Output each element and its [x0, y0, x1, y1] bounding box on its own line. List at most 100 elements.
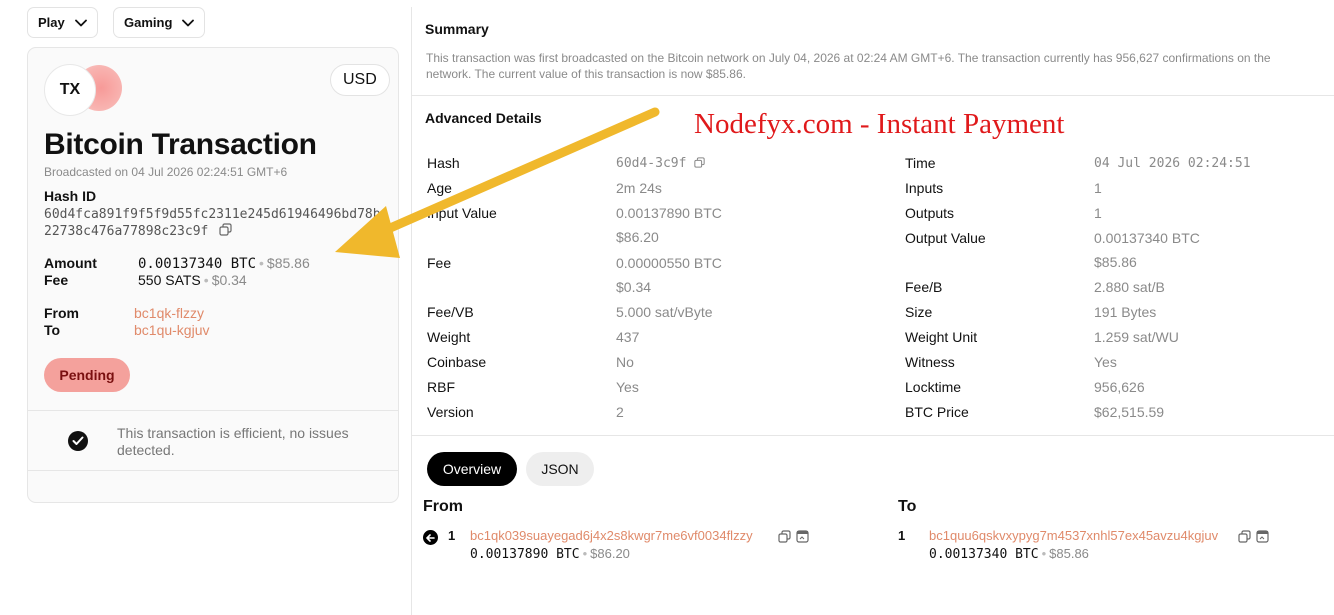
summary-text: This transaction was first broadcasted o…: [426, 50, 1334, 82]
detail-subvalue-fee-usd: $0.34: [616, 279, 652, 295]
detail-key-outputs: Outputs: [905, 205, 955, 221]
output-index: 1: [898, 528, 906, 543]
copy-icon[interactable]: [219, 223, 232, 236]
detail-value-output-value: 0.00137340 BTC: [1094, 230, 1200, 246]
card-divider: [28, 470, 398, 471]
status-badge: Pending: [44, 358, 130, 392]
detail-key-locktime: Locktime: [905, 379, 962, 395]
hash-id-text: 60d4fca891f9f5f9d55fc2311e245d61946496bd…: [44, 207, 381, 239]
detail-key-weight: Weight: [427, 329, 471, 345]
input-address-link[interactable]: bc1qk039suayegad6j4x2s8kwgr7me6vf0034flz…: [470, 528, 753, 543]
detail-value-fee: 0.00000550 BTC: [616, 255, 722, 271]
amount-usd: $85.86: [266, 255, 310, 271]
detail-key-hash: Hash: [427, 155, 460, 171]
panel-separator: [411, 7, 412, 615]
detail-value-fee-b: 2.880 sat/B: [1094, 279, 1165, 295]
check-circle-icon: [68, 431, 88, 451]
chevron-down-icon: [74, 19, 87, 26]
outputs-heading: To: [898, 498, 917, 515]
detail-key-fee-vb: Fee/VB: [427, 304, 474, 320]
detail-key-inputs: Inputs: [905, 180, 944, 196]
transaction-card: TX USD Bitcoin Transaction Broadcasted o…: [27, 47, 399, 503]
explorer-link-icon[interactable]: [796, 530, 809, 543]
play-dropdown-label: Play: [38, 15, 65, 30]
card-divider: [28, 410, 398, 411]
detail-key-weight-unit: Weight Unit: [905, 329, 978, 345]
detail-value-size: 191 Bytes: [1094, 304, 1157, 320]
gaming-dropdown-label: Gaming: [124, 15, 173, 30]
efficiency-message: This transaction is efficient, no issues…: [117, 425, 349, 458]
detail-key-witness: Witness: [905, 354, 955, 370]
fee-value: 550 SATS • $0.34: [138, 272, 247, 288]
arrow-left-icon: [423, 530, 438, 545]
tx-logo: TX: [44, 64, 124, 118]
detail-key-age: Age: [427, 180, 452, 196]
output-amount-btc: 0.00137340 BTC: [929, 547, 1039, 562]
detail-key-version: Version: [427, 404, 474, 420]
hash-id-value[interactable]: 60d4fca891f9f5f9d55fc2311e245d61946496bd…: [44, 206, 384, 240]
broadcast-timestamp: Broadcasted on 04 Jul 2026 02:24:51 GMT+…: [44, 165, 288, 179]
inputs-heading: From: [423, 498, 463, 515]
fee-usd: $0.34: [211, 272, 247, 288]
detail-key-coinbase: Coinbase: [427, 354, 487, 370]
detail-key-input-value: Input Value: [427, 205, 497, 221]
detail-value-coinbase: No: [616, 354, 634, 370]
input-amount-btc: 0.00137890 BTC: [470, 547, 580, 562]
detail-value-input-value: 0.00137890 BTC: [616, 205, 722, 221]
chevron-down-icon: [182, 19, 195, 26]
from-address-link[interactable]: bc1qk-flzzy: [134, 305, 204, 321]
detail-value-weight-unit: 1.259 sat/WU: [1094, 329, 1179, 345]
to-label: To: [44, 322, 61, 338]
detail-value-btc-price: $62,515.59: [1094, 404, 1165, 420]
tab-overview[interactable]: Overview: [427, 452, 517, 486]
detail-value-age: 2m 24s: [616, 180, 662, 196]
fee-label: Fee: [44, 272, 69, 288]
output-amount-usd: $85.86: [1049, 546, 1089, 561]
input-amount-usd: $86.20: [590, 546, 630, 561]
copy-icon[interactable]: [1238, 530, 1251, 543]
detail-value-time: 04 Jul 2026 02:24:51: [1094, 156, 1251, 171]
detail-key-time: Time: [905, 155, 936, 171]
detail-value-version: 2: [616, 404, 624, 420]
detail-subvalue-output-usd: $85.86: [1094, 254, 1137, 270]
detail-value-witness: Yes: [1094, 354, 1117, 370]
amount-label: Amount: [44, 255, 97, 271]
summary-line-2: network. The current value of this trans…: [426, 67, 746, 81]
amount-value: 0.00137340 BTC • $85.86: [138, 255, 310, 272]
detail-key-rbf: RBF: [427, 379, 455, 395]
detail-value-inputs: 1: [1094, 180, 1102, 196]
gaming-dropdown[interactable]: Gaming: [113, 7, 206, 38]
detail-value-fee-vb: 5.000 sat/vByte: [616, 304, 713, 320]
summary-line-1: This transaction was first broadcasted o…: [426, 51, 1271, 65]
page-title: Bitcoin Transaction: [44, 128, 317, 161]
hash-id-label: Hash ID: [44, 188, 97, 204]
detail-value-hash[interactable]: 60d4-3c9f: [616, 156, 705, 171]
watermark-text: Nodefyx.com - Instant Payment: [694, 108, 1065, 140]
detail-value-locktime: 956,626: [1094, 379, 1145, 395]
tx-logo-badge: TX: [44, 64, 96, 116]
detail-subvalue-input-usd: $86.20: [616, 229, 659, 245]
tab-json[interactable]: JSON: [526, 452, 594, 486]
detail-key-output-value: Output Value: [905, 230, 986, 246]
from-label: From: [44, 305, 79, 321]
detail-value-weight: 437: [616, 329, 640, 345]
output-address-link[interactable]: bc1quu6qskvxypyg7m4537xnhl57ex45avzu4kgj…: [929, 528, 1218, 543]
fee-sats: 550 SATS: [138, 272, 201, 288]
detail-key-fee-b: Fee/B: [905, 279, 943, 295]
output-amount: 0.00137340 BTC • $85.86: [929, 546, 1089, 562]
amount-btc: 0.00137340 BTC: [138, 256, 257, 272]
hash-short-text: 60d4-3c9f: [616, 156, 687, 171]
section-divider: [412, 95, 1334, 96]
detail-value-rbf: Yes: [616, 379, 639, 395]
to-address-link[interactable]: bc1qu-kgjuv: [134, 322, 210, 338]
copy-icon[interactable]: [694, 157, 705, 168]
advanced-details-heading: Advanced Details: [425, 110, 542, 126]
input-index: 1: [448, 528, 456, 543]
copy-icon[interactable]: [778, 530, 791, 543]
play-dropdown[interactable]: Play: [27, 7, 98, 38]
input-amount: 0.00137890 BTC • $86.20: [470, 546, 630, 562]
detail-key-btc-price: BTC Price: [905, 404, 969, 420]
summary-heading: Summary: [425, 21, 489, 37]
explorer-link-icon[interactable]: [1256, 530, 1269, 543]
currency-toggle-button[interactable]: USD: [330, 64, 390, 96]
